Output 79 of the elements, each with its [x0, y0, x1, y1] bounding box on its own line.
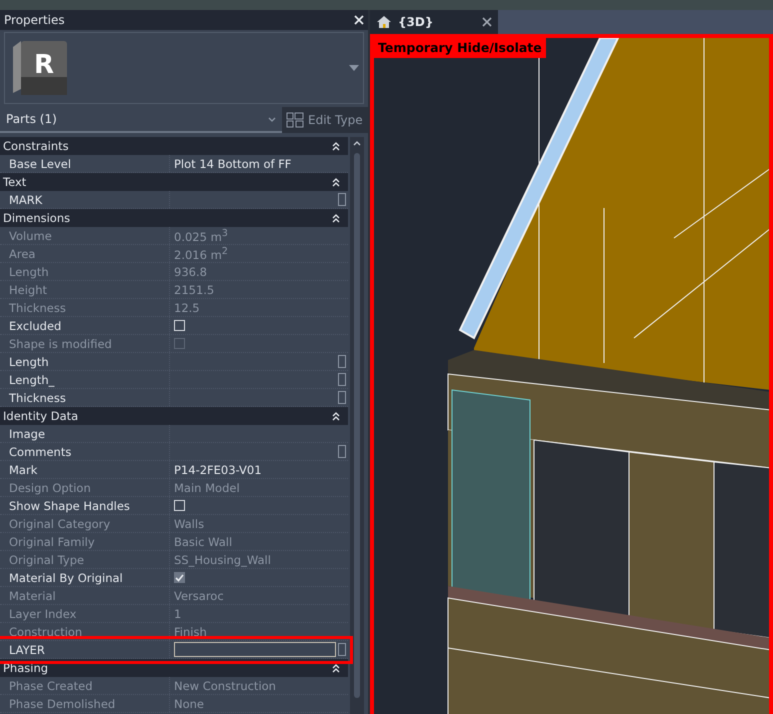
collapse-icon[interactable]: [332, 214, 340, 222]
property-label: Phase Demolished: [9, 696, 116, 710]
property-value: Basic Wall: [174, 534, 232, 548]
property-label: Length: [9, 264, 49, 278]
home-icon: [376, 15, 392, 29]
property-label: Original Family: [9, 534, 95, 548]
property-value: SS_Housing_Wall: [174, 552, 271, 566]
associate-parameter-button[interactable]: [338, 391, 346, 404]
property-value: P14-2FE03-V01: [174, 462, 262, 476]
property-label: Area: [9, 246, 36, 260]
group-header[interactable]: Constraints: [0, 137, 348, 155]
property-label: Show Shape Handles: [9, 498, 130, 512]
property-label: Volume: [9, 228, 52, 242]
dropdown-caret-icon: [349, 65, 359, 71]
edit-type-icon: [286, 112, 304, 128]
group-label: Identity Data: [3, 409, 78, 423]
group-label: Phasing: [3, 661, 48, 675]
collapse-icon[interactable]: [332, 412, 340, 420]
property-label: Original Category: [9, 516, 110, 530]
property-label: Material: [9, 588, 56, 602]
property-value: 2151.5: [174, 282, 214, 296]
property-label: MARK: [9, 192, 42, 206]
property-label: Material By Original: [9, 570, 123, 584]
associate-parameter-button[interactable]: [338, 445, 346, 458]
associate-parameter-button[interactable]: [338, 373, 346, 386]
property-label: Mark: [9, 462, 38, 476]
property-label: Design Option: [9, 480, 91, 494]
group-label: Dimensions: [3, 211, 70, 225]
property-value: Versaroc: [174, 588, 224, 602]
property-label: Phase Created: [9, 678, 93, 692]
property-label: Base Level: [9, 156, 72, 170]
dropdown-caret-icon: [268, 116, 276, 122]
type-selector[interactable]: R: [4, 32, 364, 104]
property-value: Walls: [174, 516, 204, 530]
collapse-icon[interactable]: [332, 664, 340, 672]
close-icon[interactable]: [482, 17, 492, 27]
group-label: Text: [3, 175, 26, 189]
property-value: Main Model: [174, 480, 240, 494]
property-value: None: [174, 696, 204, 710]
property-value: 12.5: [174, 300, 200, 314]
isolate-label: Temporary Hide/Isolate: [374, 38, 546, 58]
view-tab[interactable]: {3D}: [370, 10, 498, 34]
property-value: 2.016 m$^{2}$: [174, 246, 228, 262]
property-label: Comments: [9, 444, 72, 458]
property-label: Length_: [9, 372, 54, 386]
property-label: Construction: [9, 624, 82, 638]
property-label: Shape is modified: [9, 336, 112, 350]
group-label: Constraints: [3, 139, 69, 153]
property-value: 1: [174, 606, 182, 620]
property-label: Original Type: [9, 552, 84, 566]
edit-type-button[interactable]: Edit Type: [282, 107, 368, 133]
group-header[interactable]: Text: [0, 173, 348, 191]
property-label: Layer Index: [9, 606, 76, 620]
property-value: 936.8: [174, 264, 207, 278]
group-header[interactable]: Identity Data: [0, 407, 348, 425]
collapse-icon[interactable]: [332, 178, 340, 186]
property-label: Image: [9, 426, 46, 440]
property-value: Finish: [174, 624, 207, 638]
checkbox[interactable]: [174, 572, 185, 583]
associate-parameter-button[interactable]: [338, 355, 346, 368]
property-label: LAYER: [9, 642, 45, 656]
property-label: Height: [9, 282, 48, 296]
scrollbar[interactable]: [350, 137, 364, 714]
close-button[interactable]: [354, 13, 364, 27]
property-label: Thickness: [9, 390, 66, 404]
property-value: 0.025 m$^{3}$: [174, 228, 228, 244]
3d-viewport[interactable]: Temporary Hide/Isolate: [370, 34, 773, 714]
associate-parameter-button[interactable]: [338, 193, 346, 206]
property-label: Excluded: [9, 318, 62, 332]
associate-parameter-button[interactable]: [338, 643, 346, 656]
property-label: Length: [9, 354, 49, 368]
panel-title: Properties: [4, 13, 65, 27]
group-header[interactable]: Dimensions: [0, 209, 348, 227]
collapse-icon[interactable]: [332, 142, 340, 150]
checkbox[interactable]: [174, 338, 185, 349]
property-value: New Construction: [174, 678, 276, 692]
property-value: Plot 14 Bottom of FF: [174, 156, 292, 170]
text-field[interactable]: [174, 642, 336, 657]
property-label: Thickness: [9, 300, 66, 314]
